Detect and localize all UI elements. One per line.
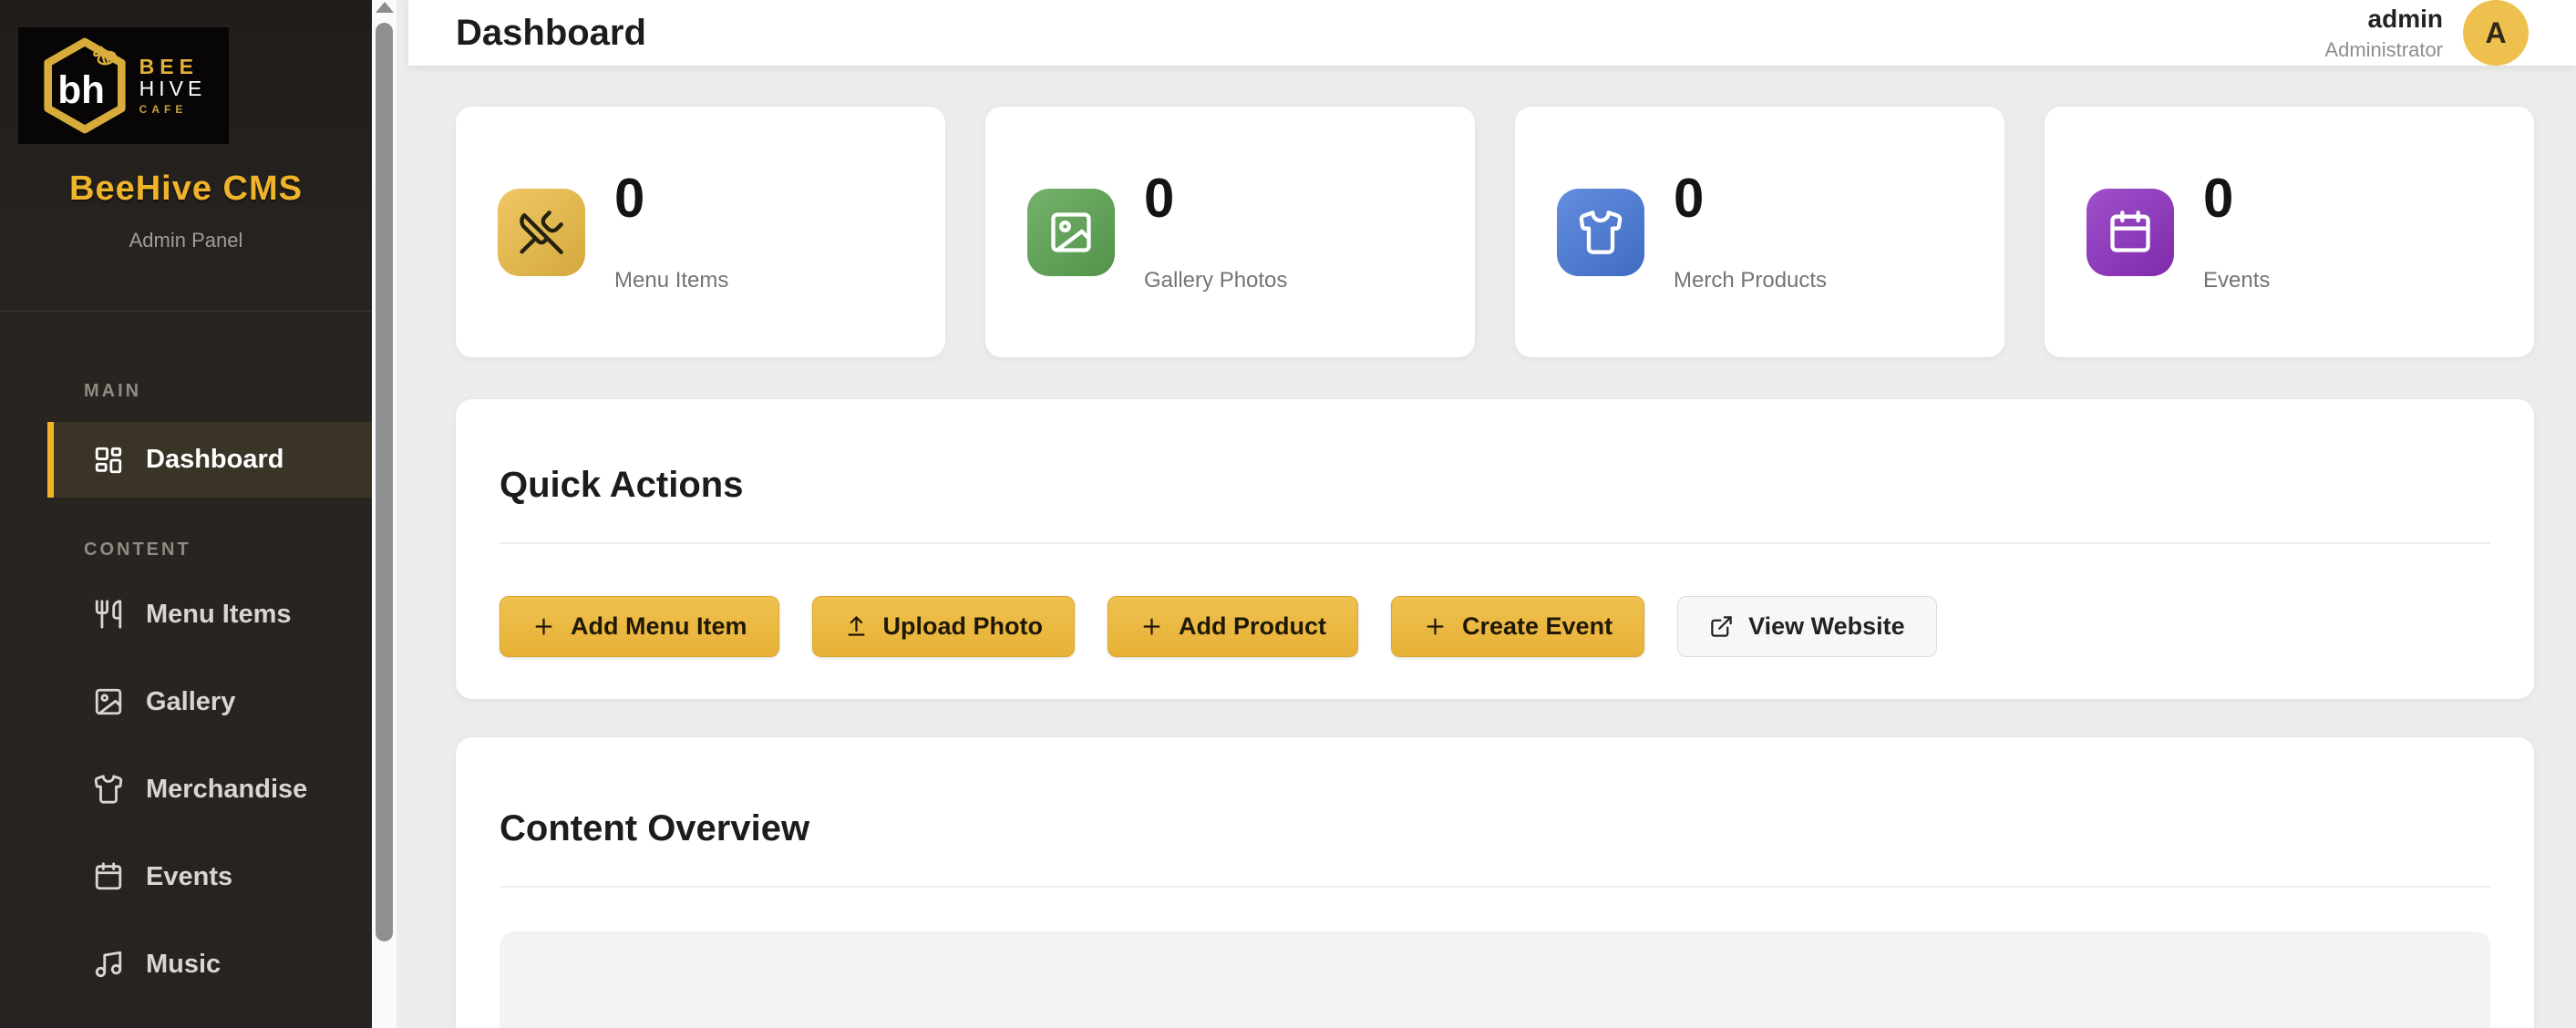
stats-row: 0 Menu Items 0 Gallery Photos <box>456 107 2534 357</box>
panel-divider <box>500 886 2490 888</box>
upload-photo-button[interactable]: Upload Photo <box>812 596 1075 657</box>
dashboard-grid-icon <box>93 445 124 476</box>
logo-wordmark: BEE HIVE CAFE <box>139 56 207 116</box>
logo-word-cafe: CAFE <box>139 104 207 116</box>
add-menu-item-button[interactable]: Add Menu Item <box>500 596 779 657</box>
stat-label: Merch Products <box>1674 268 1827 293</box>
scrollbar-up-arrow-icon[interactable] <box>376 2 394 13</box>
sidebar-item-dashboard[interactable]: Dashboard <box>47 422 372 498</box>
top-header: Dashboard admin Administrator A <box>408 0 2576 66</box>
create-event-button[interactable]: Create Event <box>1391 596 1644 657</box>
logo-monogram: bh <box>57 68 105 111</box>
stat-value: 0 <box>1144 171 1287 226</box>
stat-text: 0 Menu Items <box>614 171 728 293</box>
button-label: Create Event <box>1462 612 1613 641</box>
calendar-icon <box>2087 189 2174 276</box>
sidebar-item-music[interactable]: Music <box>0 923 372 1005</box>
admin-panel-subtitle: Admin Panel <box>0 229 372 252</box>
sidebar-item-label: Merchandise <box>146 775 307 805</box>
sidebar-item-label: Gallery <box>146 687 235 717</box>
button-label: Add Product <box>1179 612 1326 641</box>
stat-label: Gallery Photos <box>1144 268 1287 293</box>
stat-text: 0 Merch Products <box>1674 171 1827 293</box>
button-label: Upload Photo <box>883 612 1043 641</box>
content-overview-panel: Content Overview <box>456 737 2534 1028</box>
panel-divider <box>500 542 2490 544</box>
stat-card-merch-products: 0 Merch Products <box>1515 107 2004 357</box>
user-meta: admin Administrator <box>2324 5 2443 62</box>
music-note-icon <box>93 949 124 980</box>
quick-actions-buttons: Add Menu Item Upload Photo Add Product C… <box>500 596 2490 657</box>
main-area: Dashboard admin Administrator A 0 <box>397 0 2576 1028</box>
button-label: Add Menu Item <box>571 612 747 641</box>
sidebar-item-events[interactable]: Events <box>0 836 372 918</box>
plus-icon <box>531 614 556 639</box>
button-label: View Website <box>1748 612 1905 641</box>
quick-actions-title: Quick Actions <box>500 399 2490 506</box>
sidebar-section-main: MAIN <box>84 381 372 402</box>
stat-text: 0 Gallery Photos <box>1144 171 1287 293</box>
tshirt-icon <box>1557 189 1644 276</box>
utensils-crossed-icon <box>498 189 585 276</box>
user-block: admin Administrator A <box>2324 0 2529 66</box>
user-name: admin <box>2324 5 2443 34</box>
avatar[interactable]: A <box>2463 0 2529 66</box>
quick-actions-panel: Quick Actions Add Menu Item Upload Photo… <box>456 399 2534 699</box>
content-overview-title: Content Overview <box>500 737 2490 849</box>
content-area: 0 Menu Items 0 Gallery Photos <box>397 66 2576 1028</box>
cms-title: BeeHive CMS <box>0 170 372 209</box>
sidebar-section-content: CONTENT <box>84 540 372 560</box>
add-product-button[interactable]: Add Product <box>1108 596 1358 657</box>
stat-card-menu-items: 0 Menu Items <box>456 107 945 357</box>
external-link-icon <box>1709 614 1734 639</box>
plus-icon <box>1139 614 1164 639</box>
stat-label: Menu Items <box>614 268 728 293</box>
sidebar-scrollbar[interactable] <box>372 0 397 1028</box>
plus-icon <box>1423 614 1448 639</box>
stat-card-events: 0 Events <box>2045 107 2534 357</box>
sidebar-item-label: Events <box>146 862 232 892</box>
sidebar-content-nav: Menu Items Gallery Merchandise Events <box>0 573 372 1005</box>
user-role: Administrator <box>2324 38 2443 62</box>
sidebar-item-merchandise[interactable]: Merchandise <box>0 748 372 830</box>
sidebar-item-gallery[interactable]: Gallery <box>0 661 372 743</box>
sidebar-item-menu-items[interactable]: Menu Items <box>0 573 372 655</box>
stat-card-gallery-photos: 0 Gallery Photos <box>985 107 1475 357</box>
view-website-button[interactable]: View Website <box>1677 596 1937 657</box>
tshirt-icon <box>93 774 124 805</box>
sidebar: bh BEE HIVE CAFE BeeHive CMS Admin Panel… <box>0 0 372 1028</box>
stat-text: 0 Events <box>2203 171 2270 293</box>
page-title: Dashboard <box>456 13 646 54</box>
upload-icon <box>844 614 869 639</box>
logo-word-bee: BEE <box>139 56 207 77</box>
stat-label: Events <box>2203 268 2270 293</box>
stat-value: 0 <box>1674 171 1827 226</box>
hexagon-bee-logo-icon: bh <box>41 36 129 135</box>
calendar-icon <box>93 861 124 892</box>
app-window: bh BEE HIVE CAFE BeeHive CMS Admin Panel… <box>0 0 2576 1028</box>
utensils-icon <box>93 599 124 630</box>
image-icon <box>1027 189 1115 276</box>
image-icon <box>93 686 124 717</box>
logo-word-hive: HIVE <box>139 77 207 99</box>
beehive-cafe-logo: bh BEE HIVE CAFE <box>18 27 229 144</box>
sidebar-divider <box>0 311 372 312</box>
stat-value: 0 <box>614 171 728 226</box>
sidebar-item-label: Dashboard <box>146 445 283 475</box>
stat-value: 0 <box>2203 171 2270 226</box>
sidebar-item-label: Music <box>146 950 221 980</box>
content-overview-placeholder <box>500 931 2490 1028</box>
scrollbar-thumb[interactable] <box>376 23 393 941</box>
sidebar-item-label: Menu Items <box>146 600 292 630</box>
